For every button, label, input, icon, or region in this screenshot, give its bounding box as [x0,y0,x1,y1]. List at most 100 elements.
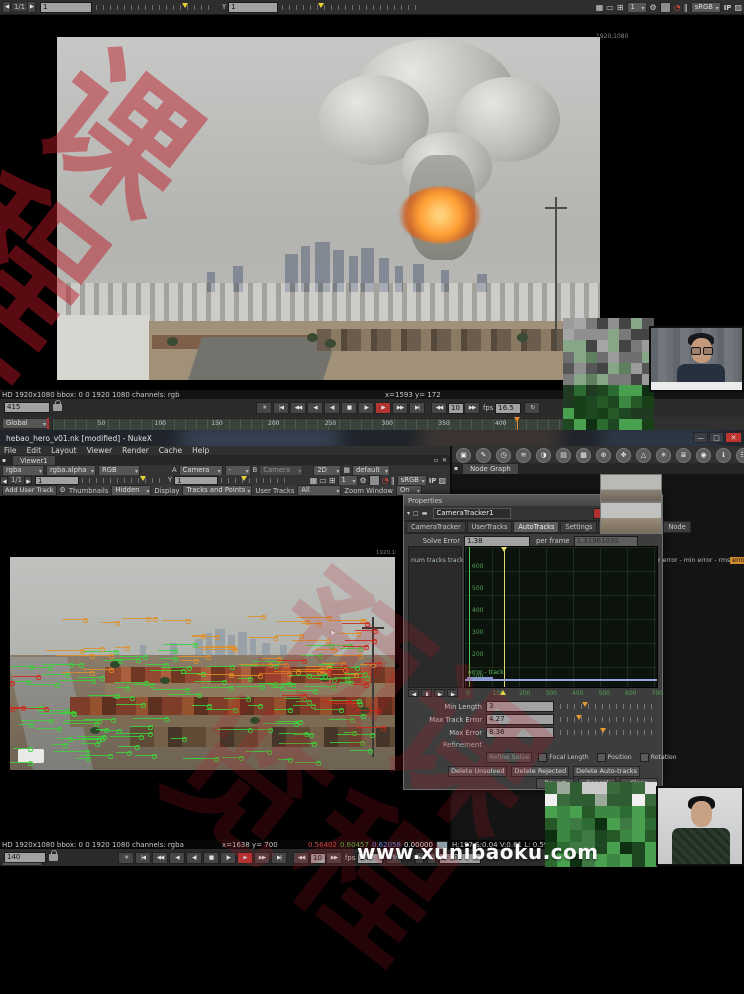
checkbox-box[interactable] [597,753,606,762]
zoom-next-button[interactable]: ▶ [27,1,36,13]
float-icon[interactable]: □ [413,508,419,519]
loop-mode-button[interactable]: ↻ [524,402,540,414]
solve-error-field[interactable]: 1.38 [464,536,530,547]
toolbar-particles-icon[interactable]: ✳ [656,448,671,463]
display-dropdown[interactable]: Tracks and Points [182,485,252,496]
stat-error-min[interactable]: error - min [661,557,696,564]
play-forward-button[interactable]: ▶ [375,402,391,414]
add-user-track-button[interactable]: Add User Track [2,485,57,496]
gain-slider[interactable] [82,478,162,483]
pane-icon[interactable]: ▪ [454,463,458,474]
gamma-slider[interactable] [282,5,422,10]
toolbar-views-icon[interactable]: ◉ [696,448,711,463]
toolbar-color-icon[interactable]: ◑ [536,448,551,463]
jump-back-button[interactable]: ◀◀ [293,852,309,864]
zoom-next-button[interactable]: ▶ [24,476,32,485]
jump-back-button[interactable]: ◀◀ [431,402,447,414]
gain-field[interactable]: 1 [35,476,79,485]
viewer-thumbnail[interactable] [600,474,662,502]
menu-cache[interactable]: Cache [159,446,182,455]
tab-settings[interactable]: Settings [560,521,597,533]
menu-viewer[interactable]: Viewer [87,446,113,455]
delete-unsolved-button[interactable]: Delete Unsolved [448,766,507,777]
jump-forward-button[interactable]: ▶▶ [464,402,480,414]
goto-end-button[interactable]: ▶| [271,852,287,864]
viewer-thumbnail[interactable] [600,502,662,534]
step-forward-button[interactable]: |▶ [220,852,236,864]
stat-error-rms[interactable]: error - rms [695,557,730,564]
stereo-dropdown[interactable]: default [352,465,390,476]
minimize-button[interactable]: — [693,432,708,443]
background-swatch[interactable] [660,2,671,13]
checkbox-focal-length[interactable]: Focal Length [538,753,588,762]
max-track-error-slider[interactable] [560,717,654,722]
layer-dropdown[interactable]: rgba [2,465,44,476]
stat-num-tracks[interactable]: num tracks [409,557,446,564]
gamma-field[interactable]: 1 [228,2,278,13]
checker-icon[interactable]: ▨ [734,2,742,13]
stack-pages-icon[interactable]: ⊞ [617,2,624,13]
toolbar-transform-icon[interactable]: ✥ [616,448,631,463]
track-gear-icon[interactable]: ⚙ [60,485,66,496]
range-mode-sliver[interactable] [2,862,42,866]
toolbar-metadata-icon[interactable]: ℹ [716,448,731,463]
graph-playhead-marker[interactable] [500,690,506,695]
expand-icon[interactable]: ▾ [407,508,410,519]
toolbar-filter-icon[interactable]: ▤ [556,448,571,463]
pane-x-icon[interactable]: ✕ [442,455,447,466]
step-back-button[interactable]: ◀| [324,402,340,414]
gain-field[interactable]: 1 [40,2,92,13]
stop-button[interactable]: ■ [203,852,219,864]
delete-auto-tracks-button[interactable]: Delete Auto-tracks [573,766,640,777]
grid-icon[interactable]: ▦ [343,465,350,476]
toolbar-merge-icon[interactable]: ⊕ [596,448,611,463]
step-back-button[interactable]: ◀| [186,852,202,864]
goto-start-button[interactable]: |◀ [273,402,289,414]
frame-range-mode-dropdown[interactable]: Global [2,418,48,429]
fps-field[interactable]: 16.5 [495,403,521,414]
ab-sync-button[interactable]: ✳ [256,402,272,414]
menu-help[interactable]: Help [192,446,209,455]
toolbar-channel-icon[interactable]: ≋ [516,448,531,463]
toolbar-time-icon[interactable]: ◷ [496,448,511,463]
alpha-dropdown[interactable]: rgba.alpha [46,465,96,476]
ab-blend-dropdown[interactable]: - [225,465,251,476]
zoom-prev-button[interactable]: ◀ [0,476,8,485]
next-keyframe-button[interactable]: ▶▶ [392,402,408,414]
panel-icon[interactable]: ▭ [606,2,614,13]
layout-grid-icon[interactable]: ▦ [596,2,604,13]
delete-rejected-button[interactable]: Delete Rejected [511,766,569,777]
checkbox-position[interactable]: Position [597,753,632,762]
input-b-dropdown[interactable]: Camera [259,465,303,476]
max-error-field[interactable]: 8.36 [486,727,554,738]
close-button[interactable]: ✕ [725,432,742,443]
clock-icon[interactable]: ◔ [674,2,681,13]
menu-render[interactable]: Render [122,446,149,455]
gain-slider[interactable] [96,5,214,10]
checkbox-box[interactable] [640,753,649,762]
step-forward-button[interactable]: |▶ [358,402,374,414]
layer-count-dropdown[interactable]: 1 [627,2,647,13]
checkbox-rotation[interactable]: Rotation [640,753,677,762]
play-backward-button[interactable]: ◀ [307,402,323,414]
ab-sync-button[interactable]: ✳ [118,852,134,864]
graph-playhead-line[interactable] [504,547,505,688]
display-channel-dropdown[interactable]: RGB [98,465,140,476]
gamma-field[interactable]: 1 [174,476,218,485]
zoom-prev-button[interactable]: ◀ [2,1,11,13]
frame-increment-field[interactable]: 10 [310,853,326,864]
min-length-slider[interactable] [560,704,654,709]
play-forward-button[interactable]: ▶ [237,852,253,864]
goto-start-button[interactable]: |◀ [135,852,151,864]
next-keyframe-button[interactable]: ▶▶ [254,852,270,864]
view-mode-dropdown[interactable]: 2D [313,465,341,476]
min-length-field[interactable]: 3 [486,701,554,712]
goto-end-button[interactable]: ▶| [409,402,425,414]
gear-icon[interactable]: ⚙ [650,2,657,13]
pause-icon[interactable]: ∥ [684,2,688,13]
play-backward-button[interactable]: ◀ [169,852,185,864]
max-track-error-field[interactable]: 4.27 [486,714,554,725]
frame-lock-icon[interactable] [53,404,62,411]
thumbnails-dropdown[interactable]: Hidden [111,485,151,496]
toolbar-toolsets-icon[interactable]: ☷ [736,448,744,463]
